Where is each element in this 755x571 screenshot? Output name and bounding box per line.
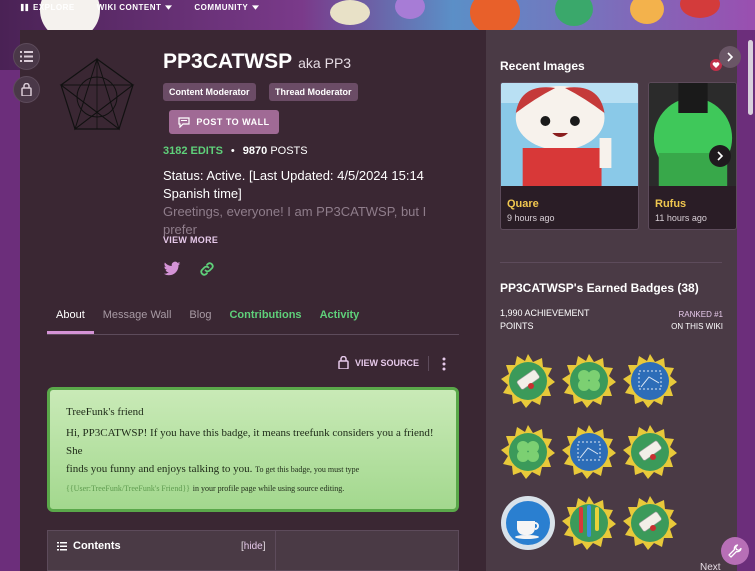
badges-next-link[interactable]: Next [700, 562, 721, 571]
lock-icon [21, 83, 32, 96]
map-badge-icon[interactable] [561, 424, 617, 480]
recent-images-title: Recent Images [500, 59, 585, 73]
list-icon [57, 542, 67, 551]
admin-tools-button[interactable] [721, 537, 749, 565]
post-to-wall-button[interactable]: POST TO WALL [169, 110, 279, 134]
view-source-button[interactable]: VIEW SOURCE [338, 356, 419, 369]
bio-line: Spanish time] [163, 186, 242, 201]
avatar [59, 57, 135, 131]
banner-character-art [330, 0, 370, 25]
coffee-badge-icon[interactable] [500, 495, 556, 551]
page-background-left [0, 70, 20, 571]
tab-blog[interactable]: Blog [180, 305, 220, 334]
rail-collapse-button[interactable] [719, 46, 741, 68]
wiki-rank: RANKED #1 ON THIS WIKI [671, 310, 723, 331]
friend-badge-box: TreeFunk's friend Hi, PP3CATWSP! If you … [47, 387, 459, 512]
message-icon [178, 116, 190, 128]
explore-icon [20, 3, 29, 11]
image-author[interactable]: Rufus [649, 191, 736, 210]
carousel-next-button[interactable] [709, 145, 731, 167]
user-stats: 3182 EDITS • 9870 POSTS [163, 145, 308, 157]
scrollbar-thumb[interactable] [748, 40, 753, 115]
link-icon[interactable] [198, 260, 216, 278]
nav-community[interactable]: COMMUNITY [194, 3, 260, 12]
banner-character-art [680, 0, 720, 18]
chevron-right-icon [716, 151, 723, 161]
table-of-contents-button[interactable] [13, 43, 40, 70]
recent-image-thumbnail [501, 83, 638, 186]
banner-character-art [395, 0, 425, 19]
toolbar-divider [428, 356, 429, 371]
rail-divider [500, 262, 722, 263]
image-author[interactable]: Quare [501, 191, 638, 210]
table-of-contents: Contents [hide] [47, 530, 459, 571]
contents-title: Contents [73, 540, 121, 552]
chevron-right-icon [726, 52, 733, 62]
recent-image-thumbnail [649, 83, 736, 186]
list-icon [20, 51, 33, 62]
lock-icon [338, 356, 349, 369]
wrench-icon [728, 544, 742, 558]
clover-badge-icon[interactable] [561, 353, 617, 409]
scroll-badge-icon[interactable] [500, 353, 556, 409]
map-badge-icon[interactable] [622, 353, 678, 409]
friend-box-text: Hi, PP3CATWSP! If you have this badge, i… [66, 427, 434, 493]
user-role-tag: Content Moderator [163, 83, 256, 101]
scroll-badge-icon[interactable] [622, 424, 678, 480]
banner-character-art [555, 0, 593, 26]
earned-badges-title: PP3CATWSP's Earned Badges (38) [500, 281, 699, 295]
username-text: PP3CATWSP [163, 50, 293, 73]
profile-bio: Status: Active. [Last Updated: 4/5/2024 … [163, 167, 463, 239]
nav-wiki-content[interactable]: WIKI CONTENT [97, 3, 173, 12]
twitter-icon[interactable] [163, 260, 181, 278]
tab-contributions[interactable]: Contributions [220, 305, 310, 334]
chevron-down-icon [252, 4, 260, 10]
image-time: 9 hours ago [507, 213, 555, 223]
top-navigation: EXPLORE WIKI CONTENT COMMUNITY [0, 0, 300, 14]
chevron-down-icon [165, 4, 173, 10]
lock-button[interactable] [13, 76, 40, 103]
bio-line: Status: Active. [Last Updated: 4/5/2024 … [163, 168, 424, 183]
clover-badge-icon[interactable] [500, 424, 556, 480]
paint-badge-icon[interactable] [561, 495, 617, 551]
tab-activity[interactable]: Activity [311, 305, 369, 334]
friend-box-title: TreeFunk's friend [66, 406, 144, 418]
post-count[interactable]: 9870 POSTS [243, 145, 308, 157]
friend-box-code: {{User:TreeFunk/TreeFunk's Friend}} [66, 484, 190, 493]
tab-about[interactable]: About [47, 305, 94, 334]
scroll-badge-icon[interactable] [622, 495, 678, 551]
bio-line: Greetings, everyone! I am PP3CATWSP, but… [163, 204, 427, 237]
more-options-icon[interactable] [440, 356, 448, 372]
image-time: 11 hours ago [655, 213, 707, 223]
nav-explore[interactable]: EXPLORE [20, 3, 75, 12]
profile-username: PP3CATWSP aka PP3 [163, 50, 351, 74]
profile-tabs: About Message Wall Blog Contributions Ac… [47, 305, 459, 335]
username-aka: aka PP3 [298, 55, 352, 71]
contents-hide-toggle[interactable]: [hide] [241, 541, 265, 552]
user-role-tag: Thread Moderator [269, 83, 358, 101]
achievement-points: 1,990 ACHIEVEMENT POINTS [500, 308, 590, 331]
edit-count[interactable]: 3182 EDITS [163, 145, 223, 157]
stats-separator: • [230, 145, 235, 157]
banner-character-art [630, 0, 664, 24]
tab-message-wall[interactable]: Message Wall [94, 305, 181, 334]
recent-image-card[interactable]: Quare 9 hours ago [500, 82, 639, 230]
view-more-link[interactable]: VIEW MORE [163, 235, 218, 245]
